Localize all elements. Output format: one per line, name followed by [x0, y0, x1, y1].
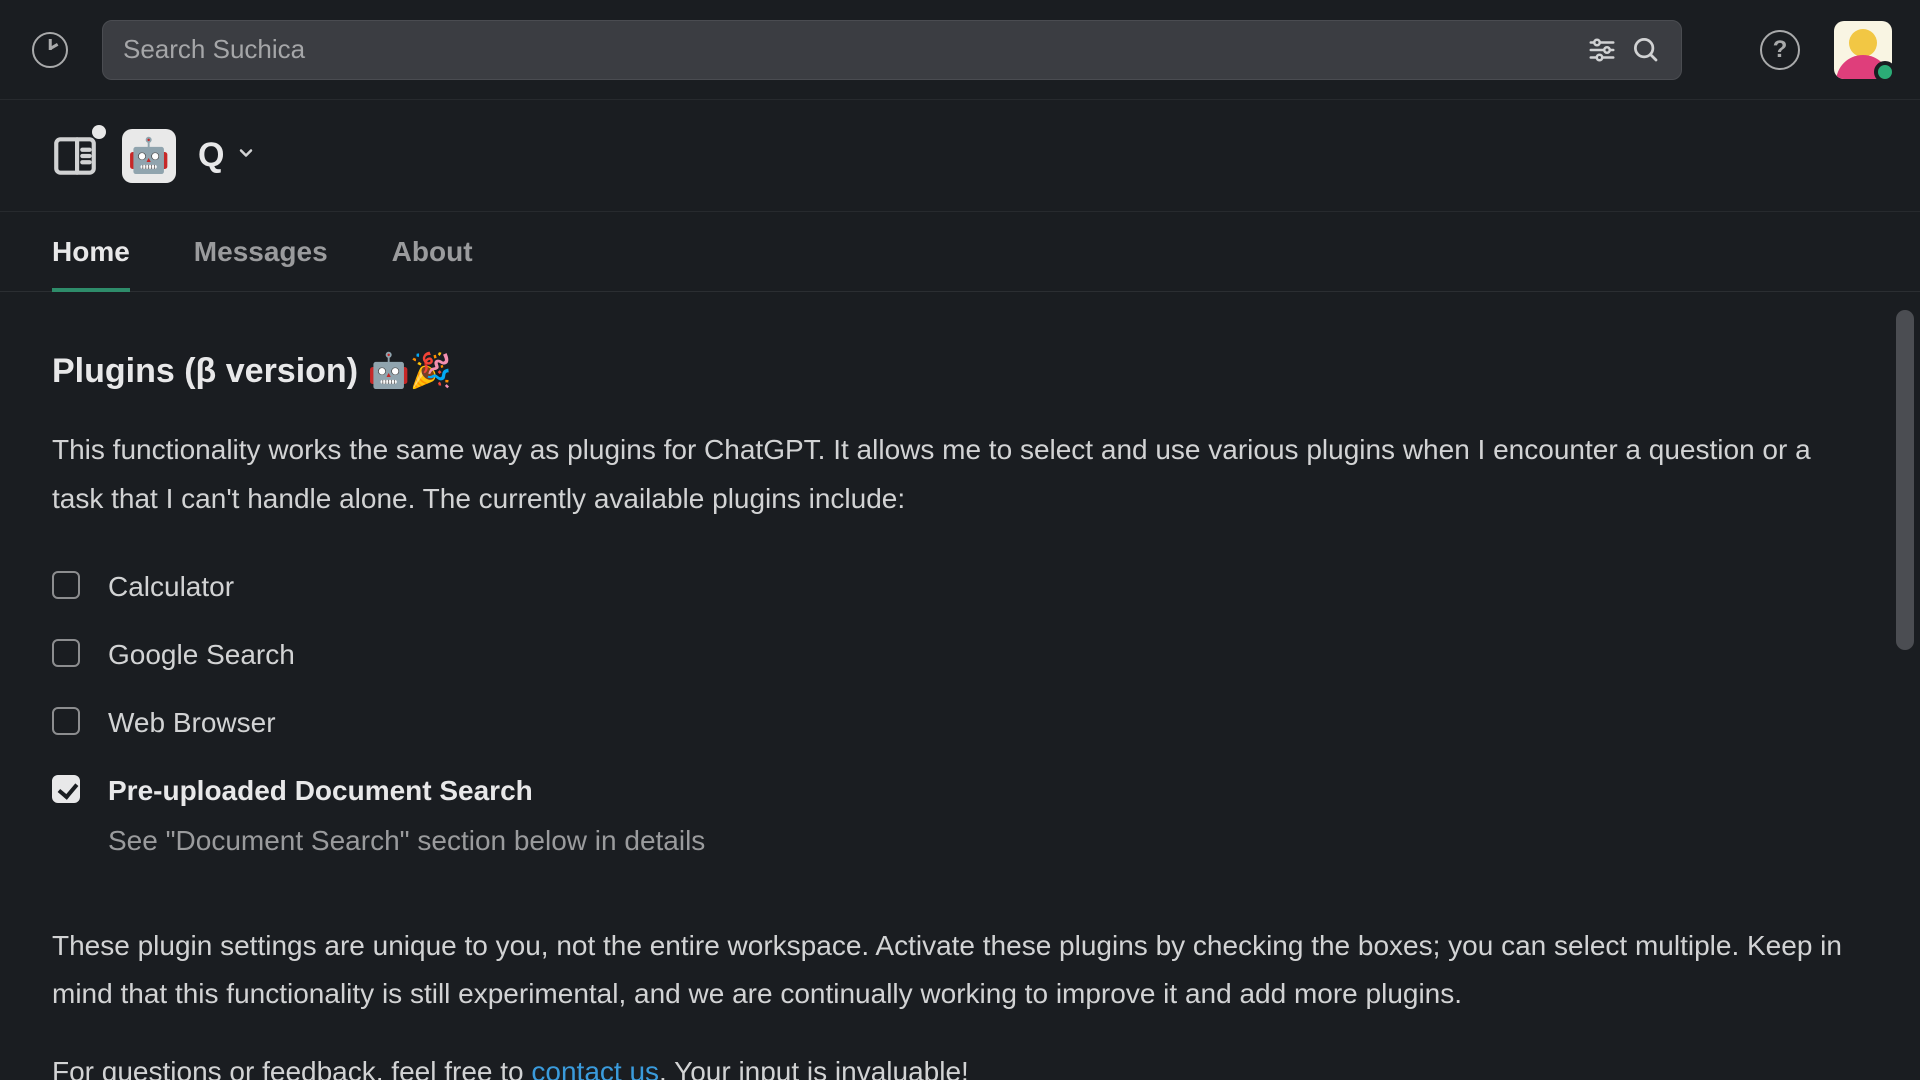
help-button[interactable]: ? [1760, 30, 1800, 70]
plugin-label: Calculator [108, 563, 234, 611]
tab-messages[interactable]: Messages [194, 212, 328, 291]
paragraph: These plugin settings are unique to you,… [52, 922, 1868, 1018]
tab-label: About [392, 236, 473, 268]
plugin-sublabel: See "Document Search" section below in d… [108, 817, 705, 865]
plugin-item-google-search: Google Search [52, 621, 1868, 689]
chevron-down-icon [236, 143, 256, 168]
toggle-sidebar-button[interactable] [50, 131, 100, 181]
plugin-label: Web Browser [108, 699, 276, 747]
plugin-item-calculator: Calculator [52, 553, 1868, 621]
clock-icon [32, 32, 68, 68]
notification-dot-icon [92, 125, 106, 139]
checkbox[interactable] [52, 639, 80, 667]
plugin-label: Google Search [108, 631, 295, 679]
checkbox[interactable] [52, 571, 80, 599]
contact-link[interactable]: contact us [531, 1056, 659, 1080]
tab-bar: Home Messages About [0, 212, 1920, 292]
plugin-list: Calculator Google Search Web Browser Pre… [52, 553, 1868, 876]
bot-avatar[interactable]: 🤖 [122, 129, 176, 183]
footer-text: . Your input is invaluable! [659, 1056, 969, 1080]
history-button[interactable] [28, 28, 72, 72]
plugin-label: Pre-uploaded Document Search [108, 767, 705, 815]
tab-label: Messages [194, 236, 328, 268]
user-avatar[interactable] [1834, 21, 1892, 79]
tab-home[interactable]: Home [52, 212, 130, 291]
robot-icon: 🤖 [128, 136, 170, 176]
presence-active-icon [1874, 61, 1896, 83]
search-icon[interactable] [1631, 35, 1661, 65]
scrollbar[interactable] [1896, 310, 1914, 650]
channel-name-button[interactable]: Q [198, 136, 256, 175]
footer-line: For questions or feedback, feel free to … [52, 1048, 1868, 1080]
plugin-item-web-browser: Web Browser [52, 689, 1868, 757]
search-input[interactable] [123, 34, 1573, 65]
footer-text: For questions or feedback, feel free to [52, 1056, 531, 1080]
checkbox[interactable] [52, 775, 80, 803]
filter-icon[interactable] [1587, 35, 1617, 65]
search-field[interactable] [102, 20, 1682, 80]
intro-text: This functionality works the same way as… [52, 426, 1852, 522]
tab-label: Home [52, 236, 130, 268]
checkbox[interactable] [52, 707, 80, 735]
tab-about[interactable]: About [392, 212, 473, 291]
plugin-item-document-search: Pre-uploaded Document Search See "Docume… [52, 757, 1868, 875]
bot-name: Q [198, 136, 224, 175]
page-title: Plugins (β version) 🤖🎉 [52, 342, 1868, 400]
